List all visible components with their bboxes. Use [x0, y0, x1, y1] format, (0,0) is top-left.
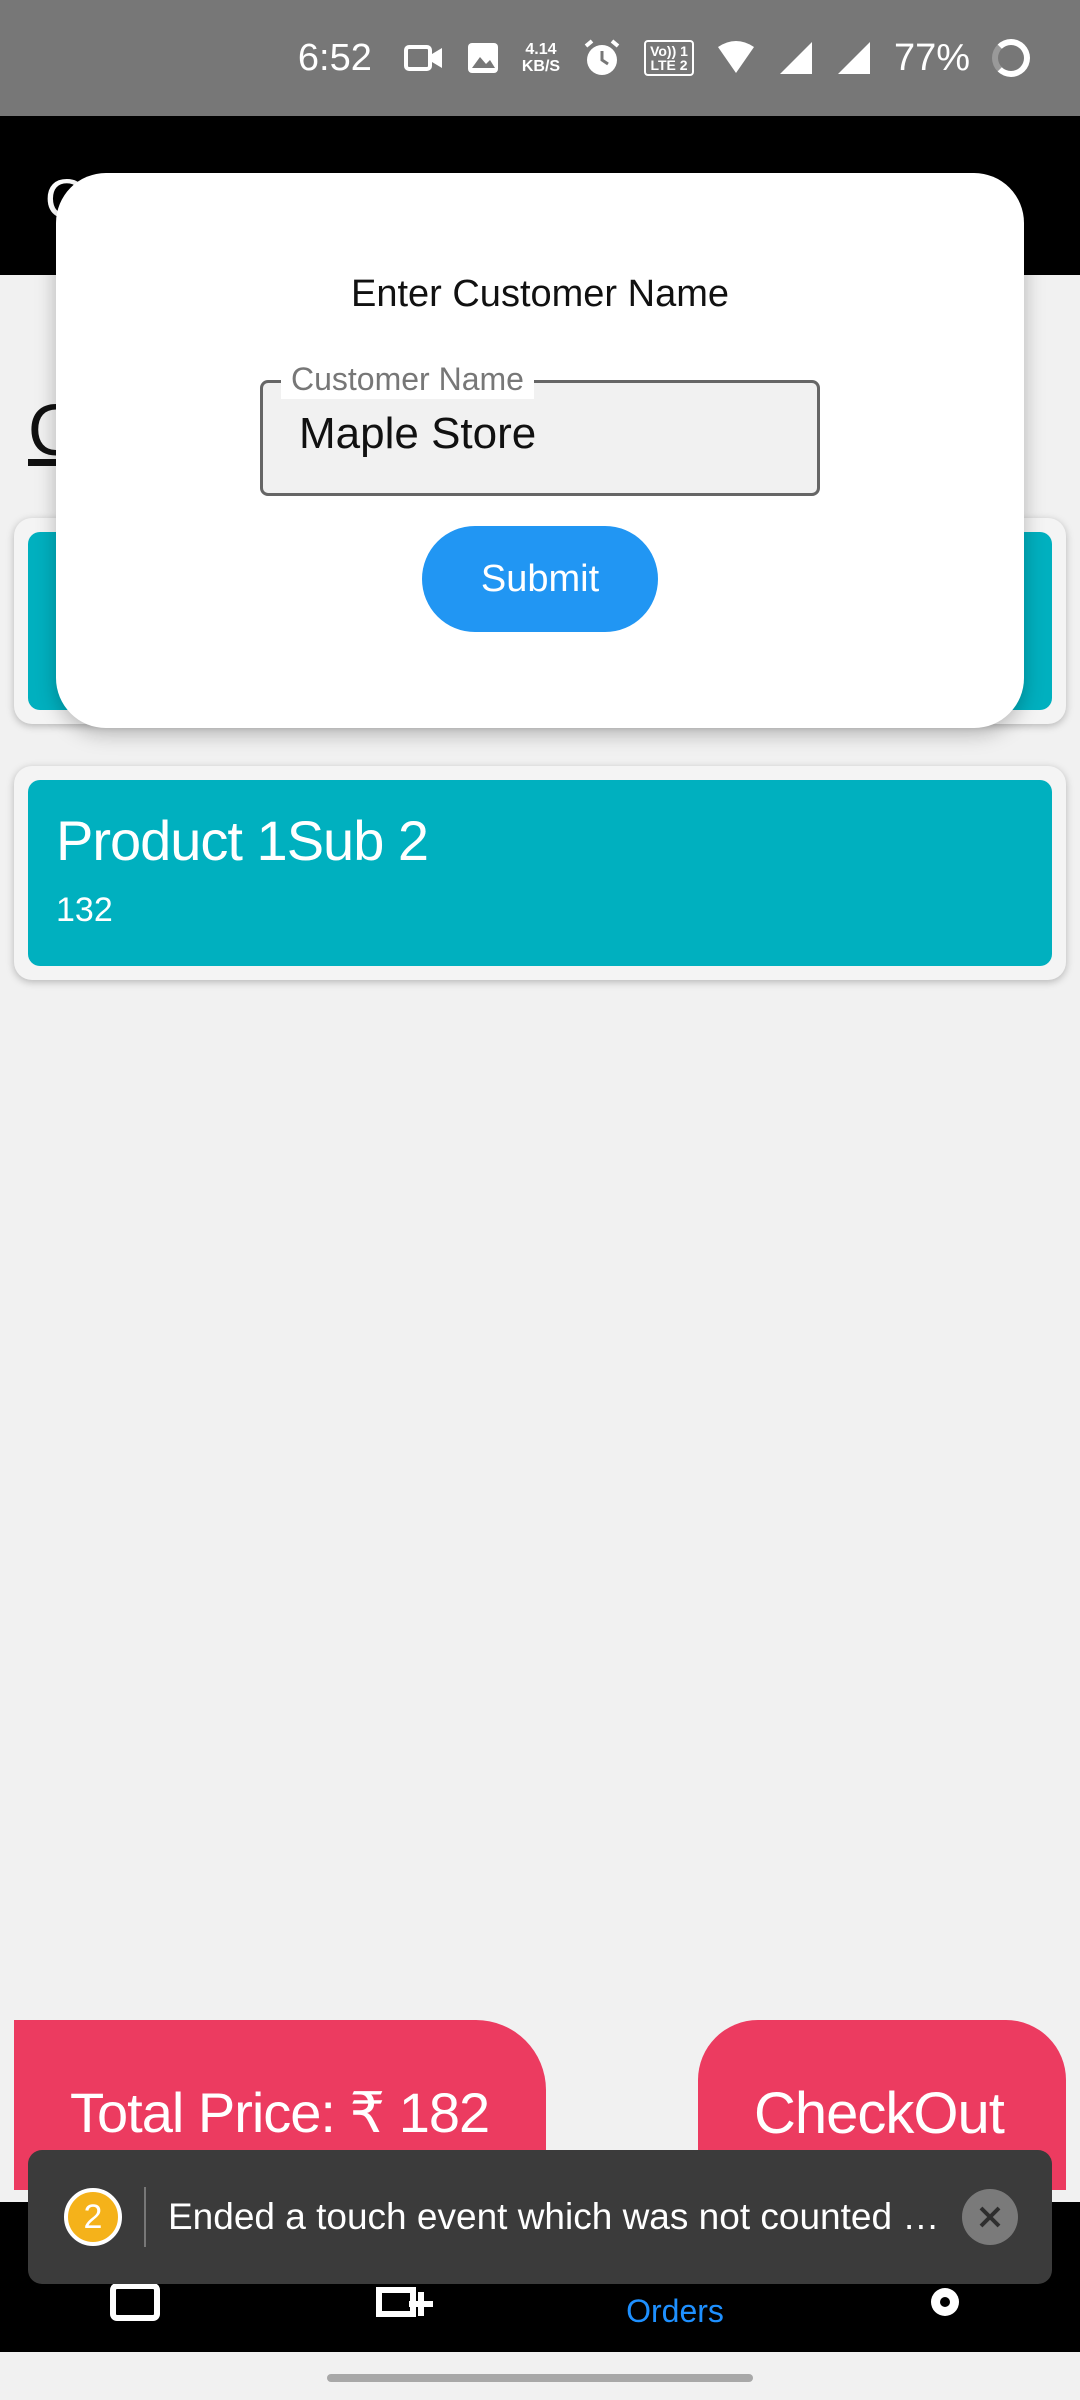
home-bar-area	[0, 2352, 1080, 2400]
lte-indicator: Vo)) 1 LTE 2	[644, 40, 694, 76]
product-name: Product 1Sub 2	[56, 809, 429, 872]
home-indicator[interactable]	[327, 2374, 753, 2382]
customer-name-field[interactable]: Customer Name	[260, 359, 820, 496]
toast-divider	[144, 2187, 146, 2247]
status-time: 6:52	[297, 36, 372, 79]
customer-name-input[interactable]	[299, 409, 789, 459]
status-bar: 6:52 4.14 KB/S Vo)) 1 LTE 2 77%	[0, 0, 1080, 116]
settings-icon	[915, 2282, 975, 2322]
product-card[interactable]: Product 1Sub 2 132	[14, 766, 1066, 980]
warning-toast[interactable]: 2 Ended a touch event which was not coun…	[28, 2150, 1052, 2284]
nav-label: Orders	[626, 2293, 724, 2329]
add-product-icon	[375, 2282, 435, 2322]
image-icon	[466, 41, 500, 75]
dialog-title: Enter Customer Name	[350, 273, 729, 315]
net-speed-unit: KB/S	[521, 58, 561, 75]
battery-icon	[992, 39, 1030, 77]
wifi-icon	[716, 41, 756, 75]
signal-icon	[778, 40, 814, 76]
net-speed-value: 4.14	[525, 41, 557, 58]
battery-percent: 77%	[893, 36, 970, 79]
customer-name-dialog: Enter Customer Name Customer Name Submit	[56, 173, 1024, 728]
net-speed: 4.14 KB/S	[522, 41, 560, 75]
lte-label-top: Vo)) 1	[650, 43, 688, 59]
signal-icon	[836, 40, 872, 76]
warning-count-badge: 2	[64, 2188, 122, 2246]
product-card-body: Product 1Sub 2 132	[28, 780, 1052, 966]
screen: 6:52 4.14 KB/S Vo)) 1 LTE 2 77% Product …	[0, 0, 1080, 2400]
customer-name-label: Customer Name	[281, 359, 534, 399]
add-box-icon	[105, 2282, 165, 2322]
lte-label-bottom: LTE 2	[650, 57, 688, 73]
product-price: 132	[56, 891, 113, 929]
toast-message: Ended a touch event which was not counte…	[168, 2196, 940, 2237]
alarm-icon	[582, 38, 622, 78]
video-icon	[403, 43, 444, 73]
submit-button[interactable]: Submit	[422, 526, 658, 632]
close-icon[interactable]	[962, 2189, 1018, 2245]
